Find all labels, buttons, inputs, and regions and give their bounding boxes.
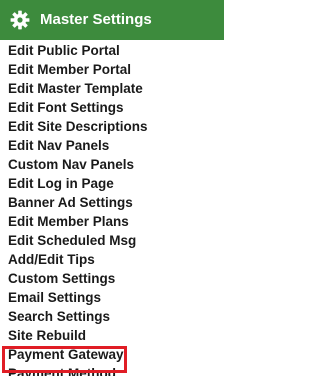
menu-item-email-settings[interactable]: Email Settings bbox=[0, 288, 224, 307]
menu-item-edit-log-in-page[interactable]: Edit Log in Page bbox=[0, 174, 224, 193]
menu-item-edit-nav-panels[interactable]: Edit Nav Panels bbox=[0, 136, 224, 155]
menu-item-edit-public-portal[interactable]: Edit Public Portal bbox=[0, 41, 224, 60]
menu-item-custom-nav-panels[interactable]: Custom Nav Panels bbox=[0, 155, 224, 174]
menu-item-site-rebuild[interactable]: Site Rebuild bbox=[0, 326, 224, 345]
settings-menu: Edit Public Portal Edit Member Portal Ed… bbox=[0, 41, 224, 376]
menu-item-payment-gateway[interactable]: Payment Gateway bbox=[0, 345, 224, 364]
master-settings-panel: Master Settings Edit Public Portal Edit … bbox=[0, 0, 224, 390]
gear-icon bbox=[10, 10, 30, 30]
menu-item-payment-method[interactable]: Payment Method bbox=[0, 364, 224, 376]
menu-item-add-edit-tips[interactable]: Add/Edit Tips bbox=[0, 250, 224, 269]
menu-item-custom-settings[interactable]: Custom Settings bbox=[0, 269, 224, 288]
menu-item-edit-scheduled-msg[interactable]: Edit Scheduled Msg bbox=[0, 231, 224, 250]
menu-item-banner-ad-settings[interactable]: Banner Ad Settings bbox=[0, 193, 224, 212]
header-title: Master Settings bbox=[40, 11, 152, 28]
menu-item-edit-member-portal[interactable]: Edit Member Portal bbox=[0, 60, 224, 79]
menu-item-edit-master-template[interactable]: Edit Master Template bbox=[0, 79, 224, 98]
menu-item-edit-site-descriptions[interactable]: Edit Site Descriptions bbox=[0, 117, 224, 136]
master-settings-header[interactable]: Master Settings bbox=[0, 0, 224, 40]
menu-item-edit-member-plans[interactable]: Edit Member Plans bbox=[0, 212, 224, 231]
menu-item-search-settings[interactable]: Search Settings bbox=[0, 307, 224, 326]
menu-item-edit-font-settings[interactable]: Edit Font Settings bbox=[0, 98, 224, 117]
